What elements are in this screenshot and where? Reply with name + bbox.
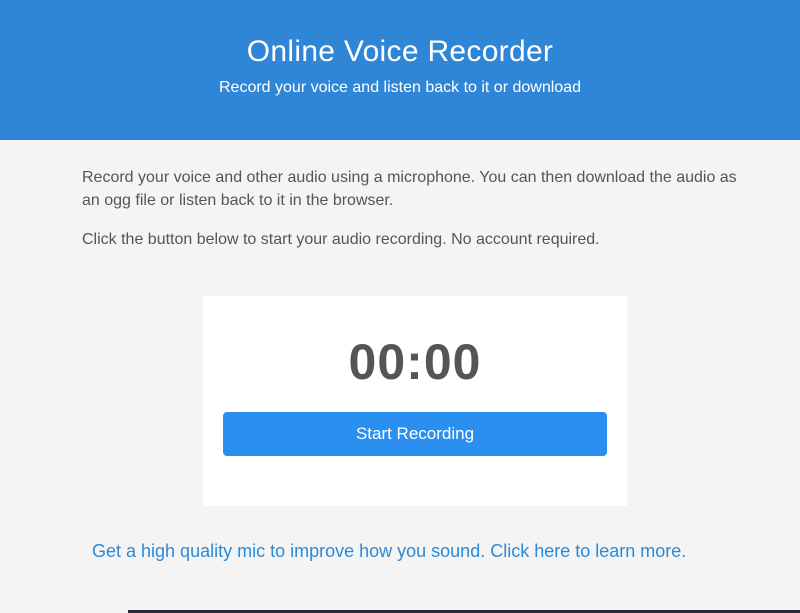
mic-promo-link[interactable]: Get a high quality mic to improve how yo… (92, 538, 732, 564)
page-header: Online Voice Recorder Record your voice … (0, 0, 800, 140)
page-title: Online Voice Recorder (246, 35, 554, 68)
recording-timer: 00:00 (348, 334, 482, 390)
page-subtitle: Record your voice and listen back to it … (219, 79, 581, 96)
start-recording-button[interactable]: Start Recording (223, 412, 607, 456)
recorder-panel (203, 296, 627, 506)
instruction-text: Click the button below to start your aud… (82, 231, 600, 248)
intro-text: Record your voice and other audio using … (82, 169, 737, 209)
